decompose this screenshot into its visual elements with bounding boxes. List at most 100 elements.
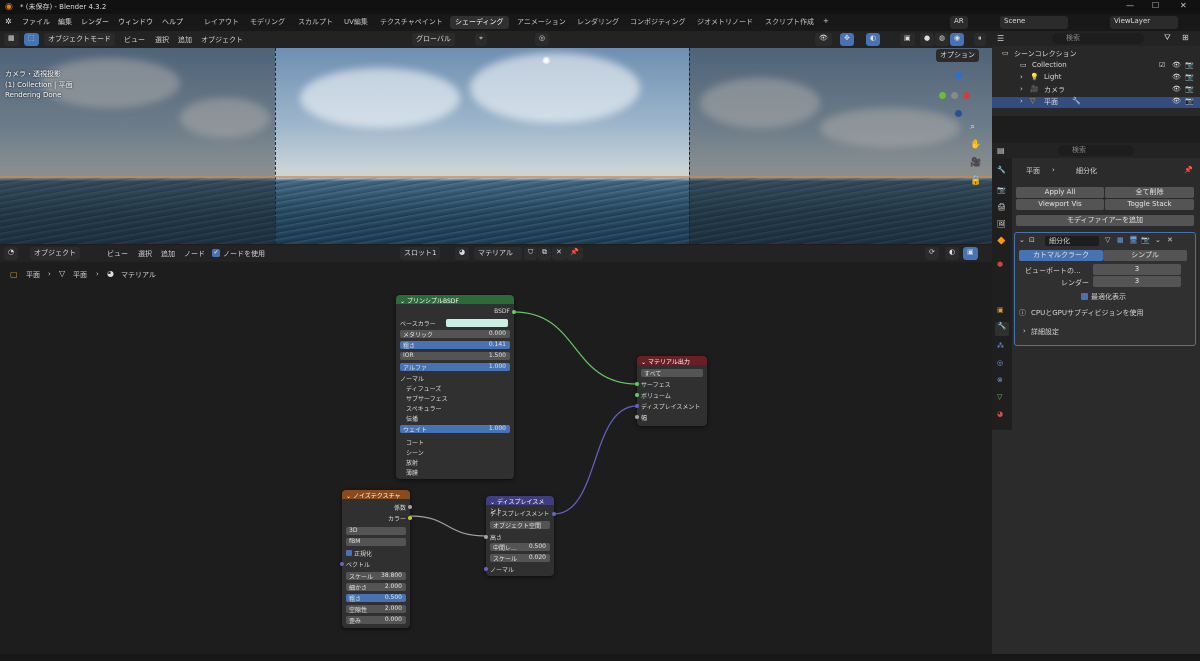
modifier-collapse-icon[interactable]: ⌄ [1019, 236, 1025, 244]
visibility-icon[interactable]: 👁 [815, 33, 832, 46]
tab-scripting[interactable]: スクリプト作成 [760, 16, 819, 29]
noise-node-header[interactable]: ⌄ ノイズテクスチャ [342, 490, 410, 500]
panel-diffuse[interactable]: ディフューズ [406, 384, 510, 393]
disp-output-socket[interactable] [552, 512, 556, 516]
pause-icon[interactable]: ⏸ [974, 33, 986, 46]
light-render-icon[interactable]: 📷 [1185, 73, 1194, 81]
pin-icon[interactable]: 📌 [566, 247, 583, 260]
material-name-field[interactable]: マテリアル [474, 247, 522, 260]
viewport-3d[interactable]: オプション カメラ・透視投影 (1) Collection | 平面 Rende… [0, 48, 992, 244]
bsdf-output-socket[interactable] [512, 310, 516, 314]
distortion-field[interactable]: 歪み 0.000 [346, 616, 406, 625]
filter-icon[interactable]: ⛛ [1164, 33, 1171, 43]
tool-tab-icon[interactable]: 🔧 [997, 166, 1006, 174]
noise-roughness-field[interactable]: 粗さ 0.500 [346, 594, 406, 603]
bsdf-node-header[interactable]: ⌄ プリンシプルBSDF [396, 295, 514, 305]
principled-bsdf-node[interactable]: ⌄ プリンシプルBSDF BSDF ベースカラー メタリック 0.000 粗さ 0.… [396, 295, 516, 479]
menu-window[interactable]: ウィンドウ [118, 17, 153, 27]
vector-socket[interactable] [340, 562, 344, 566]
outliner-item-light[interactable]: › 💡 Light 👁 📷 [992, 73, 1200, 84]
scene-selector[interactable]: Scene [1000, 16, 1068, 29]
gizmo-icon[interactable]: ✥ [840, 33, 854, 46]
panel-emission[interactable]: 放射 [406, 458, 510, 467]
tab-texture-paint[interactable]: テクスチャペイント [375, 16, 448, 29]
displacement-socket[interactable] [635, 404, 639, 408]
optimal-display-checkbox[interactable] [1081, 293, 1088, 300]
apply-all-button[interactable]: Apply All [1016, 187, 1104, 198]
view-layer-selector[interactable]: ViewLayer [1110, 16, 1178, 29]
scene-tab-icon[interactable]: 🔶 [997, 237, 1006, 245]
material-browse-icon[interactable]: ◕ [455, 247, 470, 260]
view-layer-tab-icon[interactable]: 🖼 [997, 220, 1006, 228]
normalize-checkbox[interactable] [346, 550, 352, 556]
tab-sculpt[interactable]: スカルプト [293, 16, 338, 29]
xray-icon[interactable]: ▣ [900, 33, 915, 46]
viewport-vis-button[interactable]: Viewport Vis [1016, 199, 1104, 210]
panel-transmission[interactable]: 伝播 [406, 414, 510, 423]
collection-checkbox-icon[interactable]: ☑ [1159, 61, 1165, 69]
close-icon[interactable]: ✕ [1180, 1, 1187, 10]
tab-compositing[interactable]: コンポジティング [625, 16, 691, 29]
lacunarity-field[interactable]: 空隙性 2.000 [346, 605, 406, 614]
outliner-search-field[interactable]: 検索 [1052, 33, 1144, 44]
noise-texture-node[interactable]: ⌄ ノイズテクスチャ 係数 カラー 3D fBM 正規化 ベクトル スケール 38… [340, 490, 412, 628]
advanced-expand-icon[interactable]: › [1023, 327, 1026, 335]
delete-all-button[interactable]: 全て削除 [1105, 187, 1194, 198]
render-tab-icon[interactable]: 📷 [997, 186, 1006, 194]
collapse-icon[interactable]: ⌄ [490, 499, 495, 506]
camera-render-icon[interactable]: 📷 [1185, 85, 1194, 93]
dimension-selector[interactable]: 3D [346, 527, 406, 535]
expand-icon[interactable]: › [1020, 85, 1023, 93]
alpha-field[interactable]: アルファ 1.000 [400, 363, 510, 372]
node-editor-type-icon[interactable]: ◔ [4, 247, 19, 260]
lock-icon[interactable]: 🔒 [970, 176, 981, 186]
use-nodes-checkbox[interactable]: ✓ [212, 249, 220, 257]
detail-field[interactable]: 細かさ 2.000 [346, 583, 406, 592]
output-target-selector[interactable]: すべて [641, 369, 703, 378]
add-workspace-button[interactable]: + [823, 17, 829, 25]
output-node-header[interactable]: ⌄ マテリアル出力 [637, 356, 707, 366]
space-selector[interactable]: オブジェクト空間 [490, 521, 550, 530]
noise-type-selector[interactable]: fBM [346, 538, 406, 546]
node-mode-selector[interactable]: オブジェクト [30, 247, 80, 260]
height-socket[interactable] [484, 535, 488, 539]
duplicate-material-icon[interactable]: ⧉ [538, 247, 551, 260]
weight-field[interactable]: ウェイト 1.000 [400, 425, 510, 434]
proportional-icon[interactable]: ◎ [535, 33, 550, 46]
metallic-field[interactable]: メタリック 0.000 [400, 330, 510, 339]
constraints-tab-icon[interactable]: ⊗ [997, 376, 1003, 384]
particles-tab-icon[interactable]: ⁂ [997, 342, 1004, 350]
data-tab-icon[interactable]: ▽ [997, 393, 1002, 401]
midlevel-field[interactable]: 中間レ... 0.500 [490, 543, 550, 552]
outliner-item-plane[interactable]: › ▽ 平面 🔧 👁 📷 [992, 97, 1200, 108]
modifier-menu-icon[interactable]: ⌄ [1155, 236, 1161, 244]
shading-rendered-icon[interactable]: ◉ [950, 33, 965, 46]
displacement-node[interactable]: ⌄ ディスプレイスメント ディスプレイスメント オブジェクト空間 高さ 中間レ.… [484, 496, 556, 576]
menu-help[interactable]: ヘルプ [162, 17, 183, 27]
editor-type-icon[interactable]: ▦ [4, 33, 19, 46]
node-canvas[interactable]: ⌄ プリンシプルBSDF BSDF ベースカラー メタリック 0.000 粗さ 0.… [0, 284, 992, 654]
physics-tab-icon[interactable]: ◎ [997, 359, 1003, 367]
camera-view-icon[interactable]: 🎥 [970, 158, 981, 168]
toggle-stack-button[interactable]: Toggle Stack [1105, 199, 1194, 210]
tab-uv[interactable]: UV編集 [339, 16, 373, 29]
maximize-icon[interactable]: ☐ [1152, 1, 1159, 10]
mode-selector[interactable]: オブジェクトモード [44, 33, 115, 46]
viewport-options-button[interactable]: オプション [936, 49, 979, 62]
node-view-icon[interactable]: ▣ [963, 247, 978, 260]
tab-simple[interactable]: シンプル [1103, 250, 1187, 261]
scale-field[interactable]: スケール 38.800 [346, 572, 406, 581]
fac-output-socket[interactable] [408, 505, 412, 509]
add-modifier-button[interactable]: モディファイアーを追加 [1016, 215, 1194, 226]
cage-toggle-icon[interactable]: ▦ [1117, 236, 1124, 244]
fake-user-icon[interactable]: ⛉ [524, 247, 538, 260]
camera-visibility-icon[interactable]: 👁 [1172, 85, 1181, 93]
editmode-toggle-icon[interactable]: ▽ [1105, 236, 1110, 244]
disp-normal-socket[interactable] [484, 567, 488, 571]
scene-collection-row[interactable]: ▭ シーンコレクション [992, 49, 1200, 60]
collapse-icon[interactable]: ⌄ [641, 359, 646, 366]
collection-row[interactable]: ▭ Collection ☑ 👁 📷 [992, 61, 1200, 72]
unlink-material-icon[interactable]: ✕ [552, 247, 566, 260]
modifier-name-field[interactable]: 細分化 [1045, 236, 1099, 246]
render-toggle-icon[interactable]: 📷 [1141, 236, 1150, 244]
